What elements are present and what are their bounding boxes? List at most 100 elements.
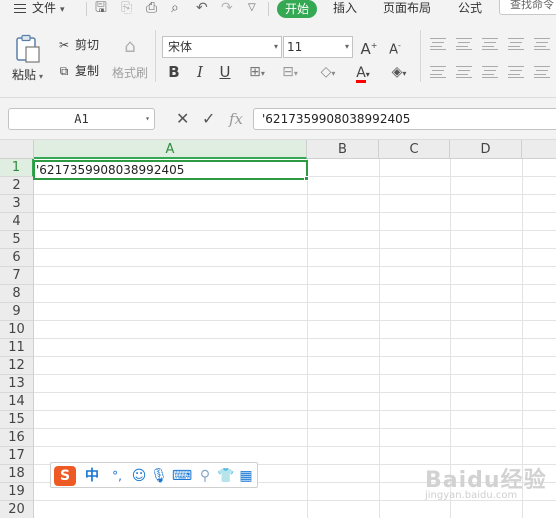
copy-label: 复制 <box>75 64 100 78</box>
row-header-7[interactable]: 7 <box>0 267 34 285</box>
row-header-12[interactable]: 12 <box>0 357 34 375</box>
file-menu-label: 文件 <box>32 1 57 15</box>
row-header-19[interactable]: 19 <box>0 483 34 501</box>
increase-font-size-button[interactable]: A+ <box>360 36 378 58</box>
fill-handle[interactable] <box>304 176 309 181</box>
row-header-10[interactable]: 10 <box>0 321 34 339</box>
row-header-14[interactable]: 14 <box>0 393 34 411</box>
format-painter-button[interactable]: ⌂ 格式刷 <box>110 36 150 80</box>
tab-home[interactable]: 开始 <box>277 0 317 18</box>
row-header-16[interactable]: 16 <box>0 429 34 447</box>
fill-bucket-icon: ◇ <box>320 64 332 80</box>
tab-page-layout[interactable]: 页面布局 <box>383 0 431 18</box>
cut-button[interactable]: ✂ 剪切 <box>56 36 99 54</box>
merge-style-button[interactable]: ⊟▾ <box>277 62 303 82</box>
borders-button[interactable]: ⊞▾ <box>244 62 270 82</box>
cell-a1[interactable]: '6217359908038992405 <box>33 160 308 180</box>
save-icon[interactable]: 🖫 <box>95 0 107 18</box>
mic-icon[interactable]: 🎙 <box>150 466 168 486</box>
row-header-13[interactable]: 13 <box>0 375 34 393</box>
orientation-icon[interactable] <box>508 38 524 50</box>
row-header-20[interactable]: 20 <box>0 501 34 518</box>
name-box[interactable]: A1 ▾ <box>8 108 155 130</box>
undo-icon[interactable]: ↶ <box>196 0 208 18</box>
ribbon-toolbar: 粘贴 ▾ ✂ 剪切 ⧉ 复制 ⌂ 格式刷 宋体 ▾ 11 ▾ A+ A- B I U ⊞▾… <box>0 20 556 98</box>
eraser-icon: ◈ <box>391 64 403 80</box>
column-header-partial[interactable] <box>522 140 556 159</box>
search-commands-input[interactable]: 查找命令 <box>499 0 556 15</box>
row-header-5[interactable]: 5 <box>0 231 34 249</box>
increase-font-glyph: A <box>360 40 371 58</box>
print-icon[interactable]: ⎙ <box>146 0 157 18</box>
tab-formulas[interactable]: 公式 <box>458 0 482 18</box>
font-size-value: 11 <box>287 40 303 54</box>
row-gridline <box>34 302 556 303</box>
wrap-icon[interactable] <box>534 38 550 50</box>
skin-icon[interactable]: 👕 <box>217 466 235 486</box>
print-preview-icon[interactable]: ⌕ <box>171 0 179 18</box>
bold-button[interactable]: B <box>165 62 183 82</box>
column-header-b[interactable]: B <box>307 140 379 159</box>
column-header-d[interactable]: D <box>450 140 522 159</box>
row-header-2[interactable]: 2 <box>0 177 34 195</box>
menu-bar: 文件 ▾ 🖫 ⎘ ⎙ ⌕ ↶ ↷ ▽ 开始 插入 页面布局 公式 查找命令 <box>0 0 556 20</box>
clear-button[interactable]: ◈▾ <box>384 62 414 82</box>
insert-function-icon[interactable]: fx <box>229 108 243 130</box>
chevron-down-icon: ▾ <box>344 42 349 51</box>
align-top-icon[interactable] <box>430 38 446 50</box>
align-bottom-icon[interactable] <box>482 38 498 50</box>
fill-color-button[interactable]: ◇▾ <box>313 62 343 82</box>
align-center-icon[interactable] <box>456 66 472 78</box>
row-header-17[interactable]: 17 <box>0 447 34 465</box>
row-header-18[interactable]: 18 <box>0 465 34 483</box>
cancel-icon[interactable]: ✕ <box>176 108 189 130</box>
confirm-icon[interactable]: ✓ <box>202 108 215 130</box>
chevron-down-icon: ▾ <box>260 69 265 78</box>
row-gridline <box>34 428 556 429</box>
align-right-icon[interactable] <box>482 66 498 78</box>
row-header-6[interactable]: 6 <box>0 249 34 267</box>
row-header-1[interactable]: 1 <box>0 159 34 177</box>
formula-input[interactable]: '6217359908038992405 <box>253 108 556 130</box>
chevron-down-icon: ▾ <box>273 42 278 51</box>
underline-button[interactable]: U <box>216 62 234 82</box>
row-header-9[interactable]: 9 <box>0 303 34 321</box>
font-size-select[interactable]: 11 ▾ <box>283 36 353 58</box>
customize-quick-access-icon[interactable]: ▽ <box>248 0 256 18</box>
spreadsheet-app: 文件 ▾ 🖫 ⎘ ⎙ ⌕ ↶ ↷ ▽ 开始 插入 页面布局 公式 查找命令 粘贴 ▾… <box>0 0 556 518</box>
emoji-icon[interactable]: ☺ <box>129 466 149 486</box>
decrease-font-size-button[interactable]: A- <box>386 36 404 57</box>
copy-button[interactable]: ⧉ 复制 <box>56 62 99 80</box>
user-icon[interactable]: ⚲ <box>196 466 214 486</box>
tab-insert[interactable]: 插入 <box>333 0 357 18</box>
ime-punct-toggle[interactable]: °, <box>106 466 128 486</box>
file-menu[interactable]: 文件 ▾ <box>14 0 65 18</box>
font-name-select[interactable]: 宋体 ▾ <box>162 36 282 58</box>
sogou-logo-icon[interactable]: S <box>54 466 76 486</box>
row-header-8[interactable]: 8 <box>0 285 34 303</box>
format-painter-quick-icon[interactable]: ⎘ <box>121 0 132 18</box>
row-header-3[interactable]: 3 <box>0 195 34 213</box>
paste-button[interactable]: 粘贴 ▾ <box>12 66 43 84</box>
select-all-corner[interactable] <box>0 140 34 159</box>
font-color-button[interactable]: A▾ <box>349 62 377 83</box>
format-painter-icon: ⌂ <box>124 36 136 57</box>
grid-icon[interactable]: ▦ <box>237 466 255 486</box>
row-header-4[interactable]: 4 <box>0 213 34 231</box>
row-gridline <box>34 194 556 195</box>
justify-icon[interactable] <box>508 66 524 78</box>
row-header-11[interactable]: 11 <box>0 339 34 357</box>
row-gridline <box>34 230 556 231</box>
ime-mode-toggle[interactable]: 中 <box>83 466 101 486</box>
column-header-c[interactable]: C <box>379 140 450 159</box>
keyboard-icon[interactable]: ⌨ <box>171 466 193 486</box>
column-header-a[interactable]: A <box>34 140 307 159</box>
copy-icon: ⧉ <box>59 64 69 78</box>
italic-button[interactable]: I <box>191 62 209 82</box>
align-middle-icon[interactable] <box>456 38 472 50</box>
align-left-icon[interactable] <box>430 66 446 78</box>
distributed-icon[interactable] <box>534 66 550 78</box>
row-header-15[interactable]: 15 <box>0 411 34 429</box>
paste-icon[interactable] <box>14 34 42 64</box>
redo-icon[interactable]: ↷ <box>221 0 233 18</box>
